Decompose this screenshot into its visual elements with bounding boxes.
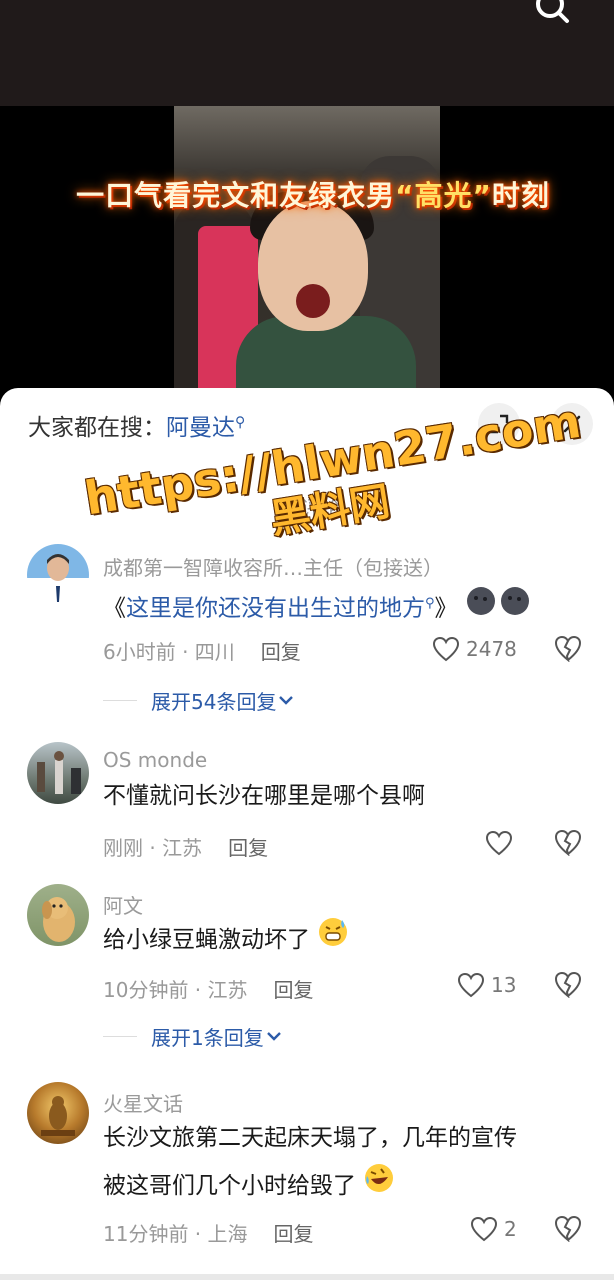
like-button[interactable] (485, 828, 519, 858)
comment-sheet: 大家都在搜：阿曼达⚲ 条评论 成都第一智障收容所…主任（包接送） 《这里是你还没… (0, 388, 614, 1280)
expand-replies[interactable]: 展开1条回复 (103, 1022, 284, 1051)
broken-heart-icon (554, 971, 582, 999)
heart-icon (432, 636, 460, 662)
like-count: 2478 (466, 637, 517, 661)
like-count: 13 (491, 973, 517, 997)
comment-username[interactable]: 成都第一智障收容所…主任（包接送） (103, 552, 443, 581)
close-button[interactable] (551, 403, 593, 445)
rolling-laughing-emoji (363, 1162, 395, 1211)
expand-replies-label: 展开1条回复 (151, 1026, 264, 1050)
heart-icon (457, 972, 485, 998)
search-suggestion[interactable]: 大家都在搜：阿曼达⚲ (28, 408, 245, 442)
comment-text-line2: 被这哥们几个小时给毁了 (103, 1162, 395, 1211)
expand-replies-label: 展开54条回复 (151, 690, 277, 714)
close-icon (563, 415, 581, 433)
video-player[interactable]: 一口气看完文和友绿衣男 “高光” 时刻 (0, 106, 614, 406)
reply-button[interactable]: 回复 (274, 978, 314, 1002)
chevron-down-icon (266, 1031, 281, 1041)
expand-replies[interactable]: 展开54条回复 (103, 686, 296, 715)
search-suggestion-label: 大家都在搜： (28, 415, 166, 441)
comment-count: 条评论 (281, 496, 341, 520)
comment-time-location: 刚刚 · 江苏 (103, 836, 203, 860)
comment-username[interactable]: 阿文 (103, 890, 143, 919)
avatar[interactable] (27, 1082, 89, 1144)
reply-button[interactable]: 回复 (228, 836, 268, 860)
search-mini-icon: ⚲ (425, 596, 435, 611)
heart-icon (470, 1216, 498, 1242)
video-caption-text: 一口气看完文和友绿衣男 (76, 179, 396, 212)
comment-username[interactable]: 火星文话 (103, 1088, 183, 1117)
search-icon (536, 0, 569, 23)
grinning-sweat-emoji (317, 916, 349, 965)
top-bar (0, 0, 614, 106)
comment-search-link[interactable]: 这里是你还没有出生过的地方 (126, 596, 425, 622)
video-caption-end: 时刻 (491, 179, 550, 212)
video-caption-highlight: “高光” (395, 179, 492, 212)
sheet-header: 大家都在搜：阿曼达⚲ (0, 388, 614, 468)
comment-text: 不懂就问长沙在哪里是哪个县啊 (103, 783, 425, 809)
comment-text-line1: 长沙文旅第二天起床天塌了，几年的宣传 (103, 1125, 517, 1151)
like-count: 2 (504, 1217, 517, 1241)
comment-time-location: 6小时前 · 四川 (103, 640, 235, 664)
like-button[interactable]: 2 (470, 1214, 517, 1244)
comment-meta: 刚刚 · 江苏 回复 (103, 832, 268, 861)
dislike-button[interactable] (553, 1214, 583, 1244)
chevron-down-icon (279, 695, 294, 705)
like-button[interactable]: 13 (457, 970, 516, 1000)
expand-icon (489, 414, 509, 434)
video-caption: 一口气看完文和友绿衣男 “高光” 时刻 (48, 166, 578, 222)
comment-text: 《这里是你还没有出生过的地方⚲》 (103, 580, 531, 633)
broken-heart-icon (554, 635, 582, 663)
comment-text: 给小绿豆蝇激动坏了 (103, 916, 349, 965)
comment-username[interactable]: OS monde (103, 748, 207, 772)
like-button[interactable]: 2478 (432, 634, 517, 664)
reply-button[interactable]: 回复 (274, 1222, 314, 1246)
avatar[interactable] (27, 884, 89, 946)
comment-time-location: 11分钟前 · 上海 (103, 1222, 248, 1246)
dislike-button[interactable] (553, 634, 583, 664)
expand-button[interactable] (478, 403, 520, 445)
video-frame (174, 106, 440, 406)
bottom-divider (0, 1274, 614, 1280)
broken-heart-icon (554, 829, 582, 857)
dislike-button[interactable] (553, 828, 583, 858)
broken-heart-icon (554, 1215, 582, 1243)
heart-icon (485, 830, 513, 856)
comment-meta: 11分钟前 · 上海 回复 (103, 1218, 314, 1247)
comment-meta: 6小时前 · 四川 回复 (103, 636, 301, 665)
comment-meta: 10分钟前 · 江苏 回复 (103, 974, 314, 1003)
reply-button[interactable]: 回复 (261, 640, 301, 664)
search-button[interactable] (534, 0, 574, 30)
dislike-button[interactable] (553, 970, 583, 1000)
avatar[interactable] (27, 544, 89, 606)
avatar[interactable] (27, 742, 89, 804)
search-suggestion-keyword[interactable]: 阿曼达 (166, 415, 235, 441)
moon-face-emoji (465, 585, 531, 633)
search-mini-icon: ⚲ (235, 414, 246, 431)
comment-time-location: 10分钟前 · 江苏 (103, 978, 248, 1002)
